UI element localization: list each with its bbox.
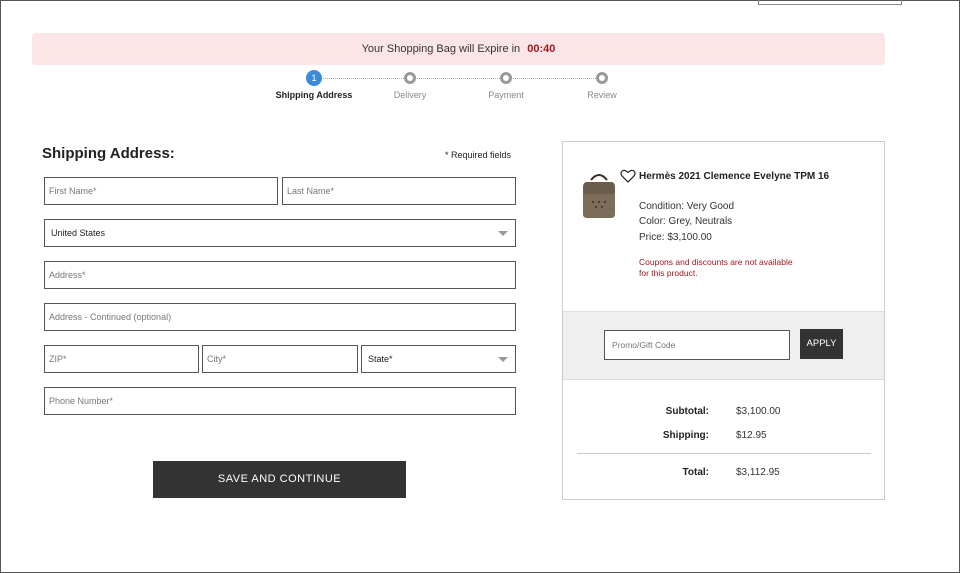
product-price: Price: $3,100.00 — [639, 232, 712, 243]
promo-section: Promo/Gift Code APPLY — [563, 311, 884, 380]
country-select[interactable]: United States — [44, 219, 516, 247]
step-payment[interactable]: Payment — [458, 69, 554, 100]
coupon-warning: Coupons and discounts are not available … — [639, 257, 793, 278]
checkout-steps: 1 Shipping Address Delivery Payment Revi… — [266, 69, 656, 109]
step-label: Delivery — [393, 90, 427, 100]
phone-field[interactable]: Phone Number* — [44, 387, 516, 415]
form-title: Shipping Address: — [42, 145, 175, 162]
chevron-down-icon — [498, 357, 508, 362]
save-and-continue-button[interactable]: SAVE AND CONTINUE — [153, 461, 406, 498]
step-number: 1 — [306, 70, 322, 86]
step-dot — [596, 72, 608, 84]
top-header-box — [758, 0, 902, 5]
step-label: Shipping Address — [275, 90, 353, 100]
product-condition: Condition: Very Good — [639, 201, 735, 212]
order-summary: Hermès 2021 Clemence Evelyne TPM 16 Cond… — [562, 141, 885, 500]
state-placeholder: State* — [368, 354, 393, 364]
subtotal-label: Subtotal: — [665, 406, 709, 417]
expire-timer: 00:40 — [527, 43, 556, 55]
product-name[interactable]: Hermès 2021 Clemence Evelyne TPM 16 — [639, 169, 839, 185]
shipping-label: Shipping: — [662, 430, 709, 441]
step-delivery[interactable]: Delivery — [362, 69, 458, 100]
shipping-value: $12.95 — [736, 430, 767, 441]
bag-expire-banner: Your Shopping Bag will Expire in 00:40 — [32, 33, 885, 65]
zip-field[interactable]: ZIP* — [44, 345, 199, 373]
total-label: Total: — [682, 467, 709, 478]
apply-button[interactable]: APPLY — [800, 329, 843, 359]
step-review[interactable]: Review — [554, 69, 650, 100]
required-note: * Required fields — [445, 150, 512, 160]
chevron-down-icon — [498, 231, 508, 236]
step-shipping-address[interactable]: 1 Shipping Address — [266, 69, 362, 100]
city-field[interactable]: City* — [202, 345, 358, 373]
state-select[interactable]: State* — [361, 345, 516, 373]
total-value: $3,112.95 — [736, 467, 780, 478]
step-dot — [404, 72, 416, 84]
product-image[interactable] — [579, 172, 619, 220]
first-name-field[interactable]: First Name* — [44, 177, 278, 205]
address-field[interactable]: Address* — [44, 261, 516, 289]
product-color: Color: Grey, Neutrals — [639, 216, 733, 227]
last-name-field[interactable]: Last Name* — [282, 177, 516, 205]
step-label: Review — [587, 90, 617, 100]
expire-text: Your Shopping Bag will Expire in — [361, 43, 521, 55]
subtotal-value: $3,100.00 — [736, 406, 781, 417]
step-dot — [500, 72, 512, 84]
address2-field[interactable]: Address - Continued (optional) — [44, 303, 516, 331]
promo-code-input[interactable]: Promo/Gift Code — [604, 330, 790, 360]
country-value: United States — [51, 228, 106, 238]
heart-icon[interactable] — [620, 168, 636, 184]
step-label: Payment — [488, 90, 524, 100]
totals-divider — [577, 453, 871, 454]
